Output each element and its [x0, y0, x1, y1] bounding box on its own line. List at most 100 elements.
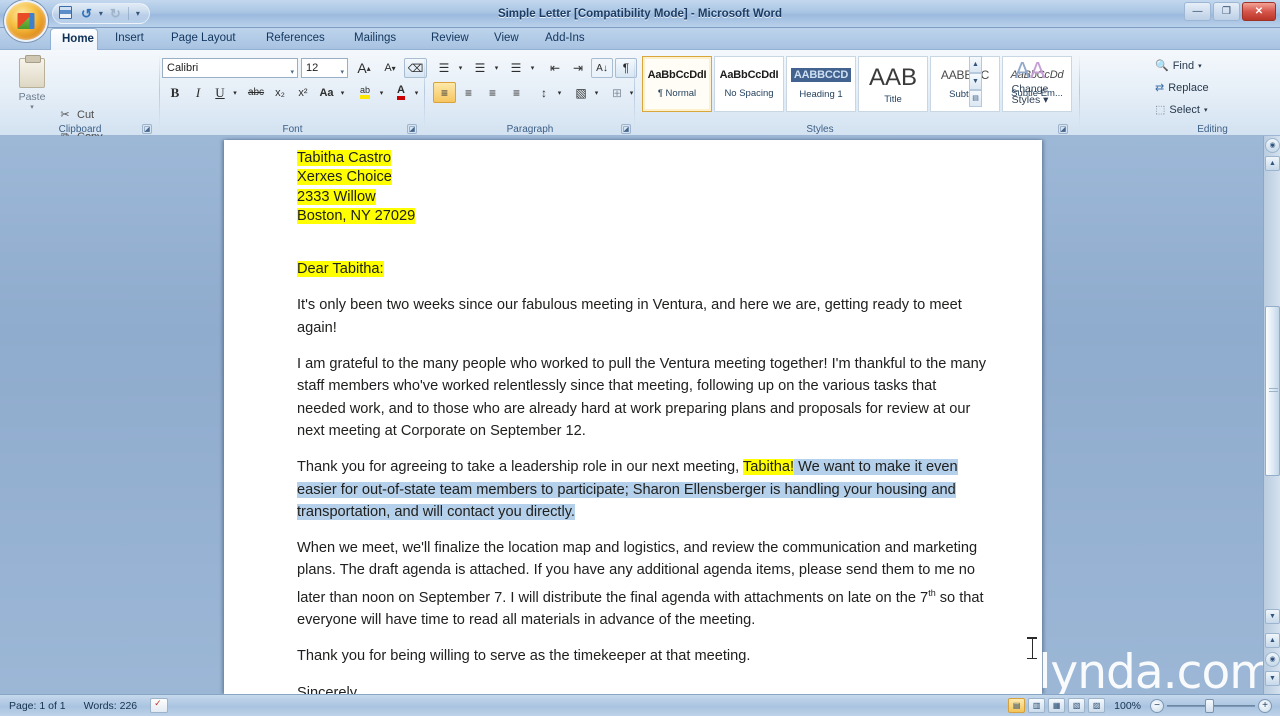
strikethrough-button[interactable]: abc — [244, 82, 268, 103]
text-highlight-button[interactable]: ab — [353, 82, 377, 103]
change-case-dropdown-button[interactable]: ▾ — [337, 82, 348, 103]
font-color-dropdown-button[interactable]: ▾ — [411, 82, 422, 103]
view-web-layout-button[interactable]: ▦ — [1048, 698, 1066, 713]
customize-qat-icon[interactable]: ▾ — [136, 9, 140, 18]
tab-review[interactable]: Review — [420, 28, 480, 50]
tab-references[interactable]: References — [255, 28, 336, 50]
view-draft-button[interactable]: ▨ — [1088, 698, 1106, 713]
align-left-button[interactable]: ≡ — [433, 82, 456, 103]
select-browse-object-button[interactable]: ◉ — [1265, 652, 1280, 667]
style-subtitle[interactable]: AABBCC Subtitle — [930, 56, 1000, 112]
document-text[interactable]: Tabitha Castro Xerxes Choice 2333 Willow… — [297, 149, 987, 694]
decrease-indent-button[interactable]: ⇤ — [544, 58, 566, 78]
restore-button[interactable]: ❐ — [1213, 2, 1240, 21]
zoom-in-button[interactable]: + — [1258, 698, 1272, 713]
multilevel-list-button[interactable]: ☰ — [505, 58, 527, 78]
grow-font-button[interactable]: A ▴ — [352, 58, 376, 78]
select-browse-object-top-icon[interactable]: ◉ — [1265, 138, 1280, 153]
font-name-dropdown-icon[interactable]: ▾ — [290, 64, 294, 82]
scroll-up-button[interactable]: ▲ — [1265, 156, 1280, 171]
subscript-button[interactable]: x₂ — [269, 82, 291, 103]
styles-dialog-launcher[interactable]: ◪ — [1058, 124, 1068, 134]
document-page[interactable]: Tabitha Castro Xerxes Choice 2333 Willow… — [224, 140, 1042, 694]
view-print-layout-button[interactable]: ▤ — [1008, 698, 1026, 713]
tab-view[interactable]: View — [483, 28, 530, 50]
previous-page-button[interactable]: ▲ — [1265, 633, 1280, 648]
bullets-dropdown-button[interactable]: ▾ — [455, 58, 466, 78]
tab-mailings[interactable]: Mailings — [343, 28, 407, 50]
style-no-spacing[interactable]: AaBbCcDdI No Spacing — [714, 56, 784, 112]
borders-button[interactable]: ⊞ — [606, 82, 628, 103]
line-spacing-dropdown-button[interactable]: ▾ — [554, 82, 565, 103]
find-button[interactable]: 🔍 Find ▾ — [1155, 59, 1202, 73]
font-dialog-launcher[interactable]: ◪ — [407, 124, 417, 134]
chevron-down-icon[interactable]: ▾ — [1204, 106, 1208, 114]
undo-dropdown-icon[interactable]: ▾ — [99, 9, 103, 18]
change-case-button[interactable]: Aa — [315, 82, 338, 103]
underline-button[interactable]: U — [210, 82, 230, 103]
proofing-errors-icon[interactable] — [150, 698, 169, 713]
justify-button[interactable]: ≡ — [505, 82, 528, 103]
redo-icon[interactable]: ↻ — [110, 6, 121, 21]
cut-button[interactable]: ✂ Cut — [58, 108, 94, 122]
sort-button[interactable]: A↓ — [591, 58, 613, 78]
zoom-slider[interactable] — [1167, 698, 1255, 713]
tab-home[interactable]: Home — [50, 28, 98, 50]
paragraph-dialog-launcher[interactable]: ◪ — [621, 124, 631, 134]
paste-dropdown-icon[interactable]: ▾ — [30, 103, 34, 111]
align-center-button[interactable]: ≡ — [457, 82, 480, 103]
shrink-font-button[interactable]: A ▾ — [378, 58, 402, 78]
save-button[interactable] — [59, 6, 74, 21]
select-button[interactable]: ⬚ Select ▾ — [1155, 103, 1208, 117]
scrollbar-thumb[interactable] — [1265, 306, 1280, 476]
style-heading-1[interactable]: AABBCCD Heading 1 — [786, 56, 856, 112]
styles-more-button[interactable]: ▤ — [969, 90, 982, 107]
font-name-input[interactable]: Calibri ▾ — [162, 58, 298, 78]
zoom-level-label[interactable]: 100% — [1108, 700, 1147, 712]
paste-button[interactable]: Paste ▾ — [10, 55, 54, 116]
superscript-button[interactable]: x² — [292, 82, 314, 103]
scroll-down-button[interactable]: ▼ — [1265, 609, 1280, 624]
tab-page-layout[interactable]: Page Layout — [160, 28, 247, 50]
italic-button[interactable]: I — [187, 82, 209, 103]
change-styles-button[interactable]: AA Change Styles ▾ — [1000, 58, 1060, 106]
underline-dropdown-button[interactable]: ▾ — [229, 82, 241, 103]
font-size-input[interactable]: 12 ▾ — [301, 58, 348, 78]
clipboard-dialog-launcher[interactable]: ◪ — [142, 124, 152, 134]
styles-scroll-down-button[interactable]: ▼ — [969, 73, 982, 90]
paragraph-3-highlighted-name: Tabitha! — [742, 459, 795, 476]
styles-scroll-up-button[interactable]: ▲ — [969, 56, 982, 73]
close-button[interactable]: ✕ — [1242, 2, 1276, 21]
shading-dropdown-button[interactable]: ▾ — [591, 82, 602, 103]
style-normal[interactable]: AaBbCcDdI ¶ Normal — [642, 56, 712, 112]
bold-button[interactable]: B — [164, 82, 186, 103]
office-button[interactable] — [4, 0, 48, 42]
zoom-slider-handle[interactable] — [1205, 698, 1214, 713]
minimize-button[interactable]: — — [1184, 2, 1211, 21]
bullets-button[interactable]: ☰ — [433, 58, 455, 78]
view-full-screen-reading-button[interactable]: ▥ — [1028, 698, 1046, 713]
word-count[interactable]: Words: 226 — [75, 700, 147, 712]
shading-button[interactable]: ▧ — [570, 82, 592, 103]
view-outline-button[interactable]: ▧ — [1068, 698, 1086, 713]
undo-icon[interactable]: ↺ — [81, 6, 92, 21]
font-color-button[interactable]: A — [390, 82, 412, 103]
next-page-button[interactable]: ▼ — [1265, 671, 1280, 686]
highlight-dropdown-button[interactable]: ▾ — [376, 82, 387, 103]
increase-indent-button[interactable]: ⇥ — [567, 58, 589, 78]
numbering-dropdown-button[interactable]: ▾ — [491, 58, 502, 78]
document-canvas[interactable]: Tabitha Castro Xerxes Choice 2333 Willow… — [0, 136, 1280, 694]
chevron-down-icon[interactable]: ▾ — [1198, 62, 1202, 70]
vertical-scrollbar[interactable]: ◉ ▲ ▼ ▲ ◉ ▼ — [1263, 136, 1280, 694]
align-right-button[interactable]: ≡ — [481, 82, 504, 103]
zoom-out-button[interactable]: − — [1150, 698, 1164, 713]
font-size-dropdown-icon[interactable]: ▾ — [340, 64, 344, 82]
page-indicator[interactable]: Page: 1 of 1 — [0, 700, 75, 712]
tab-add-ins[interactable]: Add-Ins — [534, 28, 596, 50]
style-title[interactable]: AAB Title — [858, 56, 928, 112]
multilevel-dropdown-button[interactable]: ▾ — [527, 58, 538, 78]
line-spacing-button[interactable]: ↕ — [533, 82, 555, 103]
numbering-button[interactable]: ☰ — [469, 58, 491, 78]
tab-insert[interactable]: Insert — [104, 28, 155, 50]
replace-button[interactable]: ⇄ Replace — [1155, 81, 1209, 95]
